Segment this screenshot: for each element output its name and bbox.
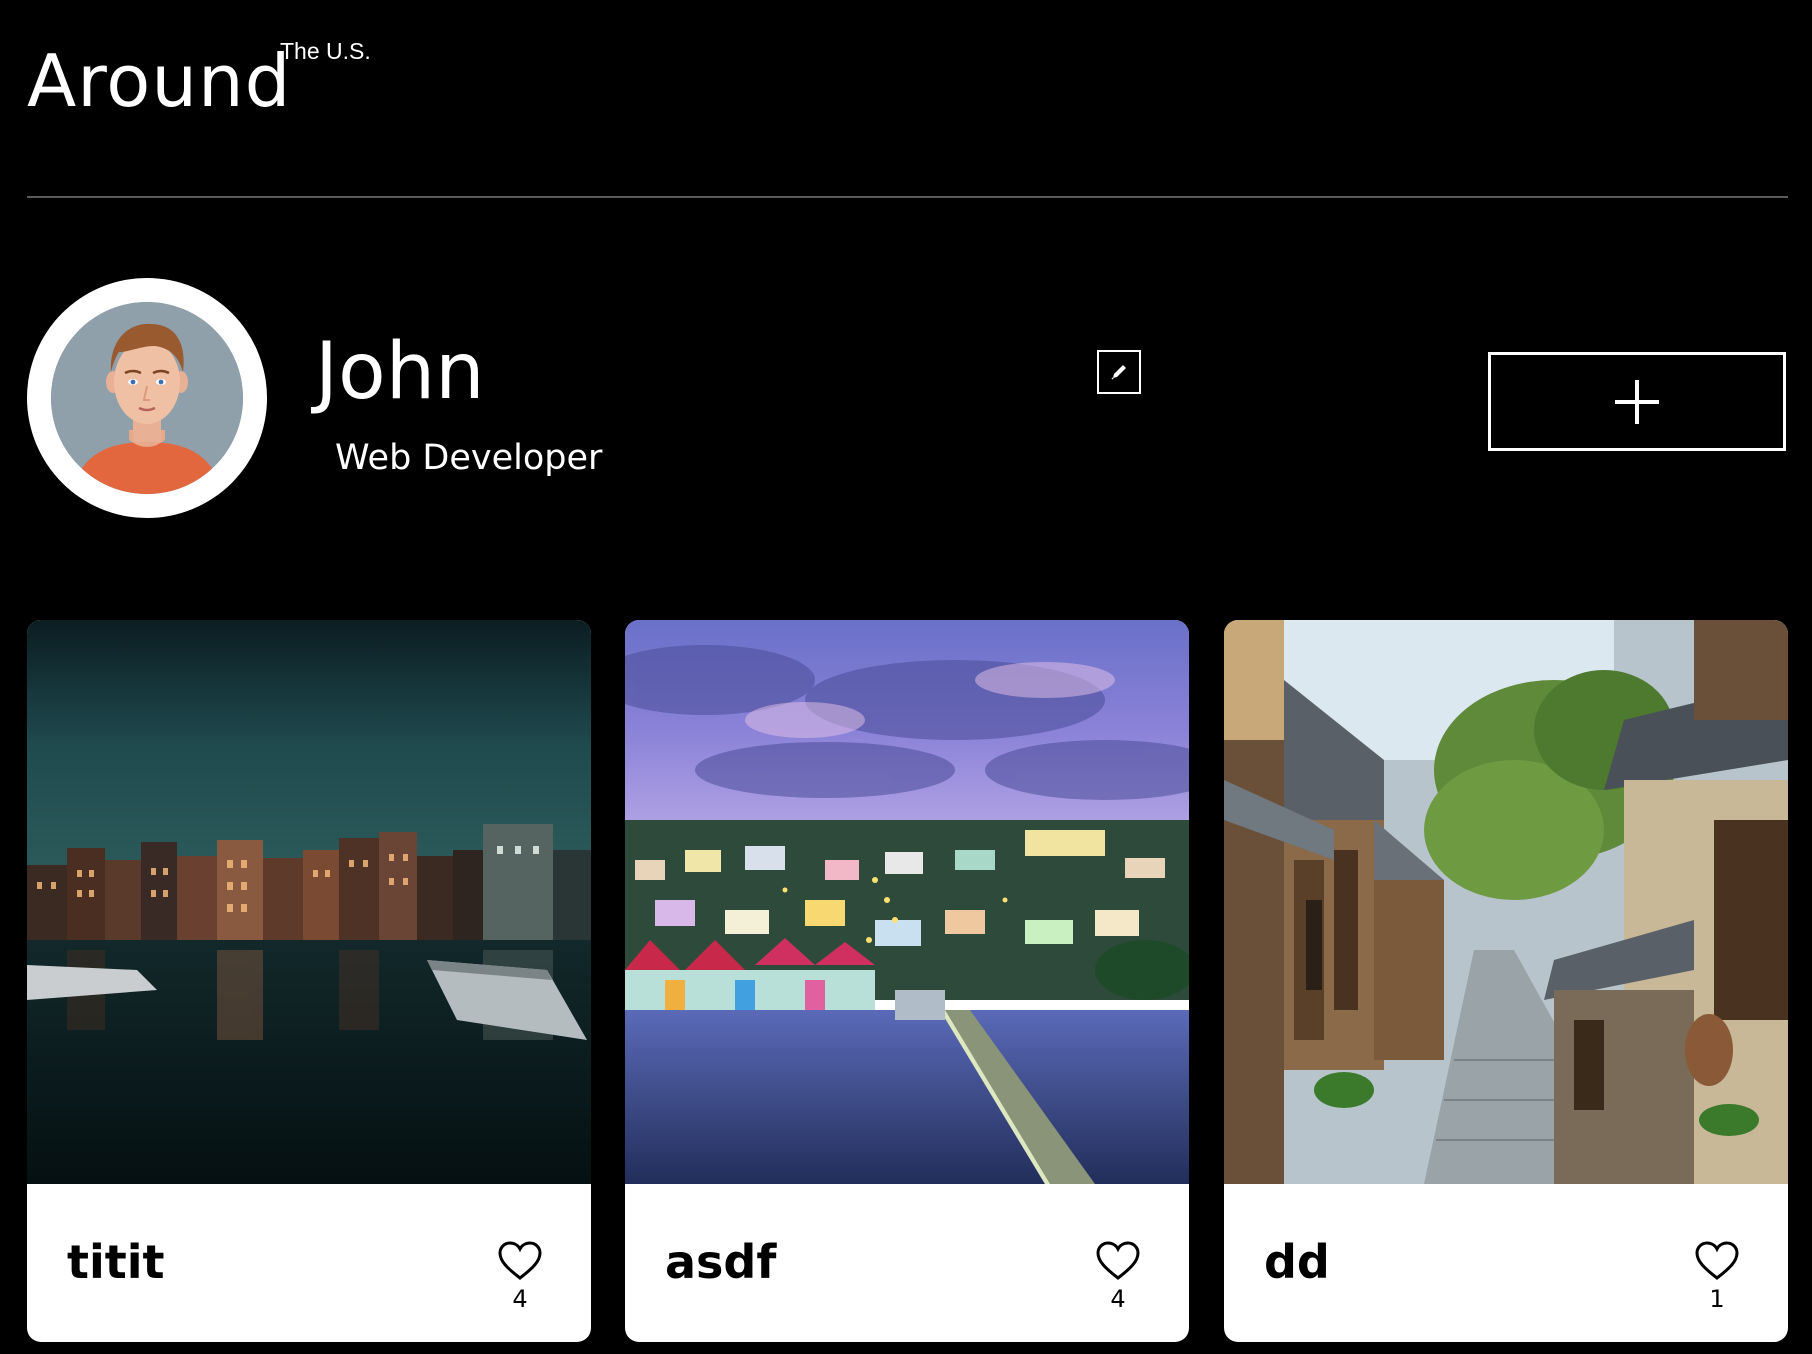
like-count: 4 <box>1110 1285 1126 1313</box>
logo-superscript: The U.S. <box>280 38 371 64</box>
avatar[interactable] <box>27 278 267 518</box>
logo-main-text: Around <box>27 39 292 123</box>
card-title: titit <box>67 1235 165 1289</box>
card-image-kyoto-street[interactable] <box>1224 620 1788 1184</box>
profile-job-title: Web Developer <box>335 438 603 478</box>
like-count: 4 <box>512 1285 528 1313</box>
cards-grid: titit 4 asdf 4 dd 1 <box>27 620 1788 1342</box>
header-divider <box>27 196 1788 198</box>
page: Around The U.S. John Web Developer titit… <box>0 0 1812 1354</box>
card: dd 1 <box>1224 620 1788 1342</box>
pencil-icon <box>1111 365 1126 380</box>
heart-icon <box>1096 1241 1140 1280</box>
like-button[interactable] <box>1694 1240 1740 1282</box>
card-image-amsterdam-canal-night[interactable] <box>27 620 591 1184</box>
like-button[interactable] <box>1095 1240 1141 1282</box>
card-photo <box>1224 620 1788 1184</box>
profile-name: John <box>315 327 485 417</box>
card: asdf 4 <box>625 620 1189 1342</box>
card-title: asdf <box>665 1235 777 1289</box>
edit-profile-button[interactable] <box>1097 350 1141 394</box>
avatar-person-icon <box>51 302 243 494</box>
card-title: dd <box>1264 1235 1330 1289</box>
card-image-harbor-town-dusk[interactable] <box>625 620 1189 1184</box>
like-count: 1 <box>1709 1285 1725 1313</box>
heart-icon <box>1695 1241 1739 1280</box>
plus-icon <box>1615 379 1659 424</box>
heart-icon <box>498 1241 542 1280</box>
add-card-button[interactable] <box>1488 352 1786 451</box>
avatar-illustration <box>51 302 243 494</box>
like-button[interactable] <box>497 1240 543 1282</box>
card-photo <box>27 620 591 1184</box>
card-photo <box>625 620 1189 1184</box>
card: titit 4 <box>27 620 591 1342</box>
